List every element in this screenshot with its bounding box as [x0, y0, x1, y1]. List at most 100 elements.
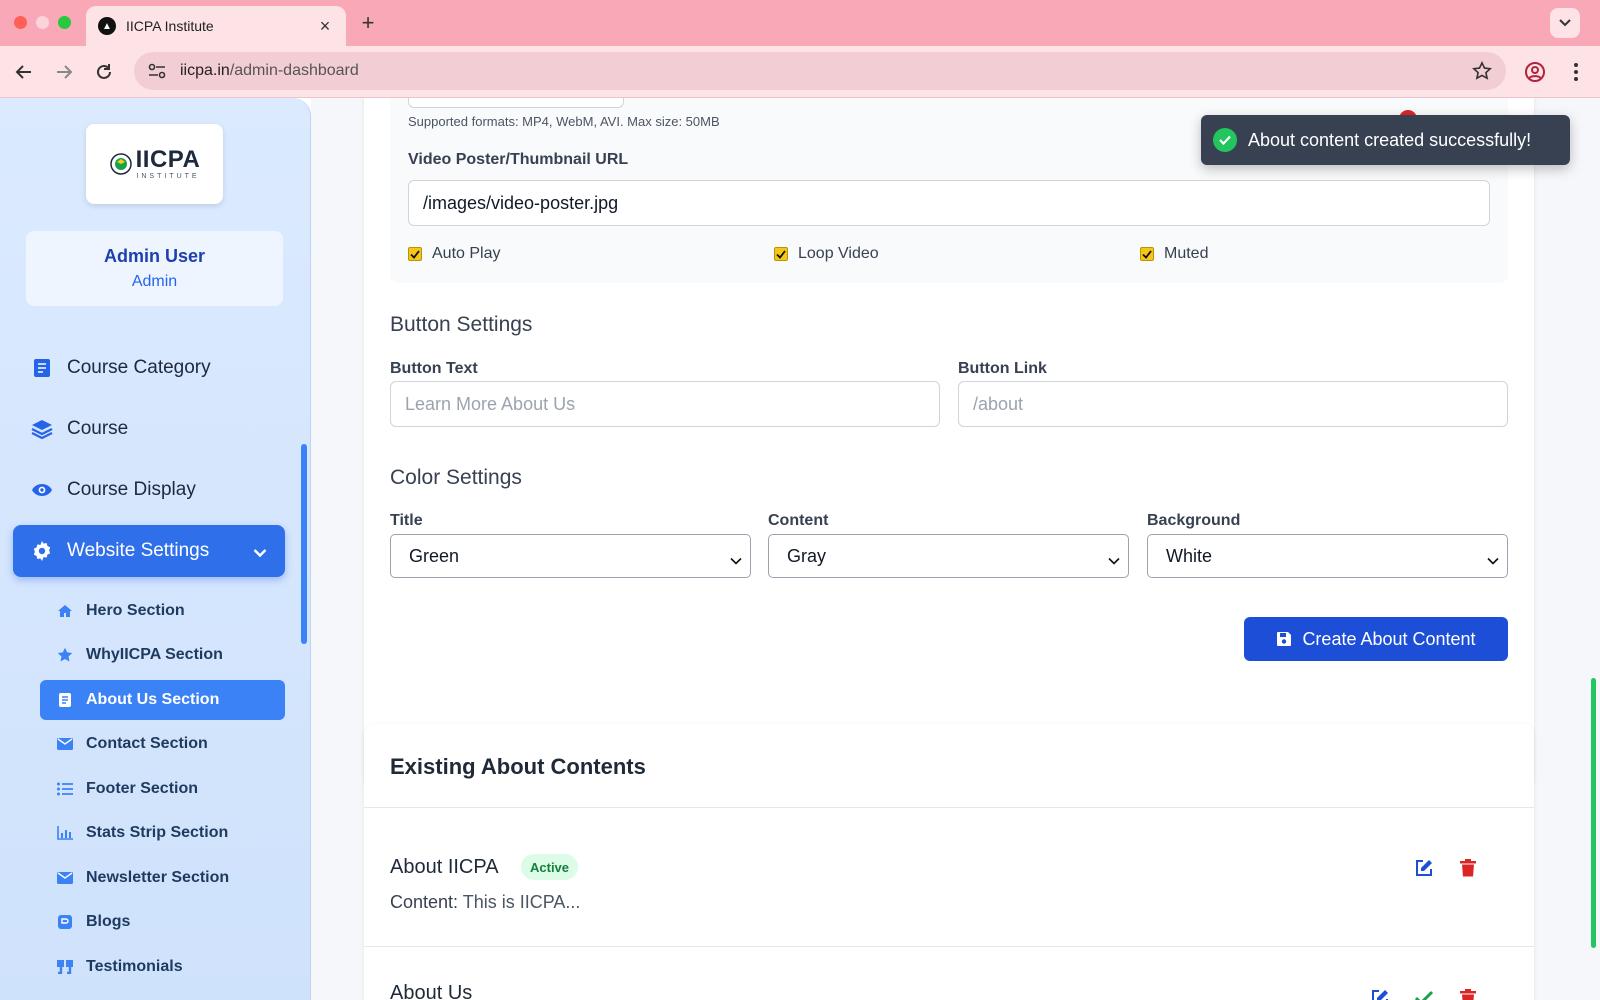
- sidebar-item-label: Website Settings: [67, 540, 210, 561]
- status-badge: Active: [521, 854, 579, 880]
- video-format-hint: Supported formats: MP4, WebM, AVI. Max s…: [408, 114, 720, 129]
- sidebar-subitem-about-us-section[interactable]: About Us Section: [40, 680, 285, 720]
- star-icon: [57, 647, 73, 663]
- poster-url-input[interactable]: /images/video-poster.jpg: [408, 180, 1490, 226]
- book-icon: [31, 357, 53, 379]
- activate-check-icon[interactable]: [1412, 986, 1436, 1000]
- about-content-form: Supported formats: MP4, WebM, AVI. Max s…: [364, 98, 1534, 788]
- background-color-select[interactable]: White: [1147, 534, 1508, 578]
- logo-subtitle: INSTITUTE: [136, 173, 200, 180]
- success-toast[interactable]: About content created successfully!: [1201, 115, 1570, 165]
- divider: [364, 946, 1534, 947]
- delete-icon[interactable]: [1456, 856, 1480, 880]
- sidebar-item-course-category[interactable]: Course Category: [13, 342, 285, 394]
- tab-search-chevron-icon[interactable]: [1550, 8, 1580, 38]
- select-value: White: [1166, 545, 1213, 566]
- sidebar-item-label: Footer Section: [86, 780, 199, 797]
- tab-title: IICPA Institute: [126, 18, 214, 34]
- document-icon: [57, 692, 73, 708]
- close-tab-icon[interactable]: ×: [316, 16, 334, 37]
- edit-icon[interactable]: [1368, 986, 1392, 1000]
- site-info-icon[interactable]: [148, 63, 166, 79]
- button-link-label: Button Link: [958, 360, 1047, 377]
- video-upload-input[interactable]: [408, 98, 624, 108]
- edit-icon[interactable]: [1412, 856, 1436, 880]
- close-window-button[interactable]: [14, 16, 27, 29]
- logo-emblem-icon: [109, 153, 132, 175]
- loop-video-checkbox[interactable]: Loop Video: [774, 245, 879, 263]
- entry-title: About Us: [390, 982, 473, 1000]
- sidebar-item-label: Contact Section: [86, 735, 208, 752]
- browser-menu-icon[interactable]: [1564, 60, 1588, 84]
- sidebar-subitem-footer-section[interactable]: Footer Section: [40, 769, 285, 809]
- sidebar-item-label: Course Display: [67, 479, 196, 500]
- entry-content: Content: This is IICPA...: [390, 892, 581, 912]
- user-card: Admin User Admin: [26, 231, 283, 306]
- quote-icon: [57, 959, 73, 975]
- sidebar-item-course[interactable]: Course: [13, 403, 285, 455]
- checkbox-label: Loop Video: [798, 245, 879, 262]
- user-name: Admin User: [103, 246, 206, 266]
- toast-message: About content created successfully!: [1248, 129, 1532, 150]
- home-icon: [57, 603, 73, 619]
- envelope-icon: [57, 870, 73, 886]
- maximize-window-button[interactable]: [58, 16, 71, 29]
- create-about-content-button[interactable]: Create About Content: [1244, 617, 1508, 661]
- url-path: /admin-dashboard: [229, 62, 359, 79]
- sidebar-item-course-display[interactable]: Course Display: [13, 464, 285, 516]
- muted-checkbox[interactable]: Muted: [1140, 245, 1208, 263]
- chart-icon: [57, 825, 73, 841]
- gear-icon: [31, 540, 53, 562]
- sidebar-subitem-testimonials[interactable]: Testimonials: [40, 947, 285, 987]
- sidebar-subitem-stats-strip-section[interactable]: Stats Strip Section: [40, 813, 285, 853]
- select-value: Green: [409, 545, 460, 566]
- reload-icon[interactable]: [90, 58, 118, 86]
- save-icon: [1276, 631, 1292, 647]
- check-circle-icon: [1213, 128, 1237, 152]
- user-role: Admin: [131, 273, 178, 290]
- sidebar-subitem-whyiicpa-section[interactable]: WhyIICPA Section: [40, 635, 285, 675]
- sidebar-item-label: Course Category: [67, 357, 211, 378]
- main-content: Supported formats: MP4, WebM, AVI. Max s…: [311, 98, 1600, 1000]
- sidebar-item-label: Newsletter Section: [86, 869, 230, 886]
- title-color-select[interactable]: Green: [390, 534, 751, 578]
- sidebar-item-label: Testimonials: [86, 958, 183, 975]
- list-icon: [57, 781, 73, 797]
- divider: [364, 807, 1534, 808]
- iicpa-logo[interactable]: IICPA INSTITUTE: [86, 124, 223, 204]
- button-text-input[interactable]: Learn More About Us: [390, 381, 940, 427]
- button-label: Create About Content: [1302, 628, 1476, 649]
- profile-icon[interactable]: [1523, 60, 1547, 84]
- blog-icon: [57, 914, 73, 930]
- checkbox-checked-icon: [408, 247, 422, 261]
- sidebar-item-label: Hero Section: [86, 602, 185, 619]
- main-scrollbar[interactable]: [1591, 678, 1596, 948]
- sidebar-scrollbar[interactable]: [301, 444, 307, 644]
- checkbox-checked-icon: [774, 247, 788, 261]
- bookmark-star-icon[interactable]: [1471, 60, 1493, 86]
- new-tab-plus-icon[interactable]: +: [356, 10, 380, 36]
- content-color-select[interactable]: Gray: [768, 534, 1129, 578]
- auto-play-checkbox[interactable]: Auto Play: [408, 245, 500, 263]
- sidebar-subitem-newsletter-section[interactable]: Newsletter Section: [40, 858, 285, 898]
- back-arrow-icon[interactable]: [10, 58, 38, 86]
- layers-icon: [31, 418, 53, 440]
- sidebar-subitem-contact-section[interactable]: Contact Section: [40, 724, 285, 764]
- button-text-label: Button Text: [390, 360, 478, 377]
- sidebar-subitem-hero-section[interactable]: Hero Section: [40, 591, 285, 631]
- checkbox-label: Auto Play: [432, 245, 501, 262]
- sidebar-item-website-settings[interactable]: Website Settings: [13, 525, 285, 577]
- sidebar-item-label: WhyIICPA Section: [86, 646, 223, 663]
- address-bar[interactable]: iicpa.in/admin-dashboard: [134, 52, 1506, 90]
- sidebar-item-label: About Us Section: [86, 691, 220, 708]
- delete-icon[interactable]: [1456, 986, 1480, 1000]
- browser-tab[interactable]: ▲ IICPA Institute ×: [86, 6, 346, 46]
- forward-arrow-icon[interactable]: [50, 58, 78, 86]
- sidebar-subitem-blogs[interactable]: Blogs: [40, 902, 285, 942]
- minimize-window-button[interactable]: [36, 16, 49, 29]
- sidebar-item-label: Course: [67, 418, 129, 439]
- title-color-label: Title: [390, 512, 423, 529]
- sidebar-item-label: Stats Strip Section: [86, 824, 229, 841]
- chevron-down-icon: [253, 542, 267, 564]
- button-link-input[interactable]: /about: [958, 381, 1508, 427]
